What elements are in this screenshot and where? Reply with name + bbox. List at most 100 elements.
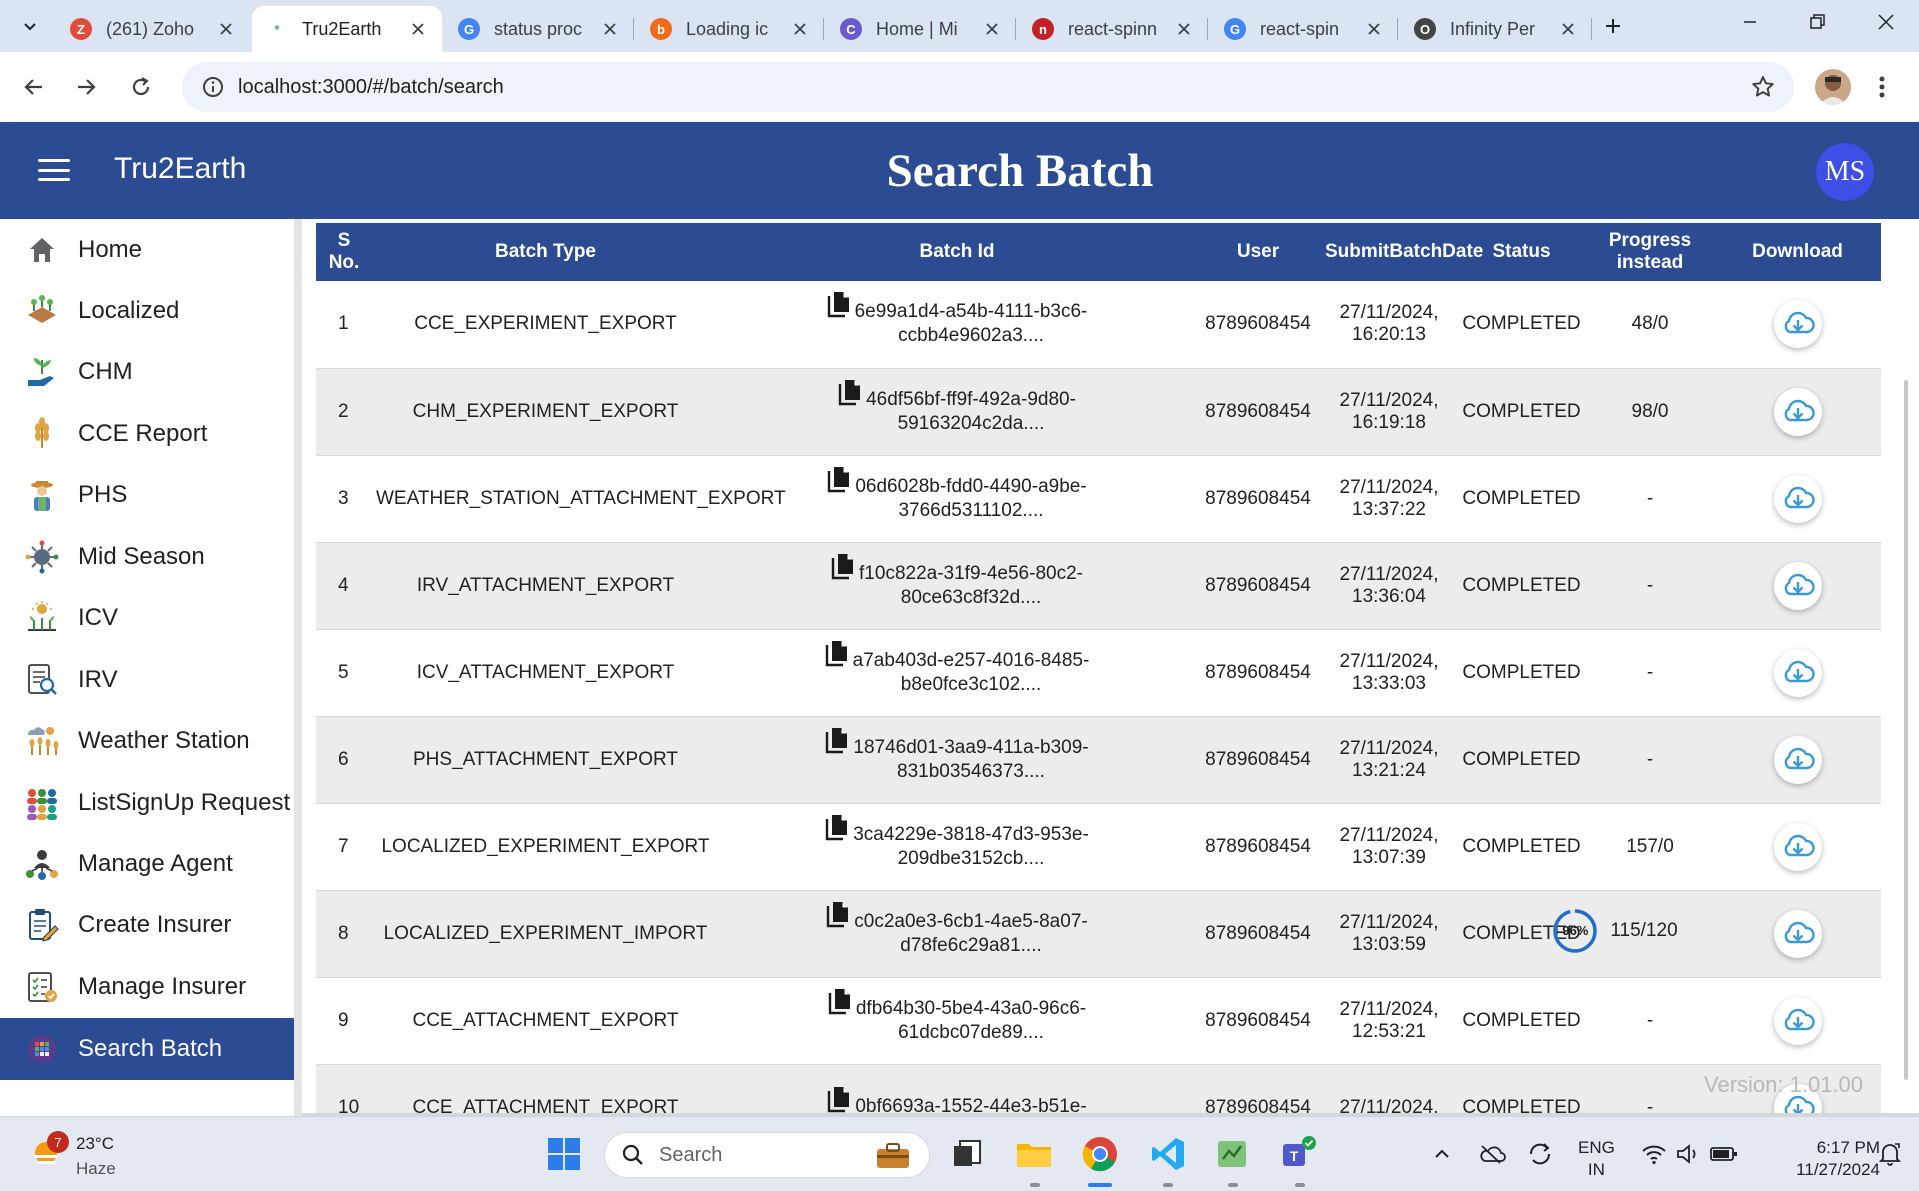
tab-close-icon[interactable] (216, 19, 236, 39)
close-window-button[interactable] (1852, 0, 1919, 44)
download-button[interactable] (1773, 822, 1822, 871)
browser-tab[interactable]: * Tru2Earth (252, 6, 442, 52)
sticky-app-icon[interactable] (1210, 1132, 1254, 1176)
table-row[interactable]: 10 CCE_ATTACHMENT_EXPORT 0bf6693a-1552-44e… (316, 1064, 1881, 1116)
header-user[interactable]: User (1195, 223, 1321, 281)
download-button[interactable] (1773, 300, 1822, 349)
header-batch-type[interactable]: Batch Type (372, 223, 719, 281)
windows-start-icon[interactable] (542, 1132, 586, 1176)
copy-icon[interactable] (827, 465, 851, 500)
table-row[interactable]: 6 PHS_ATTACHMENT_EXPORT 18746d01-3aa9-411a… (316, 716, 1881, 804)
browser-tab[interactable]: n react-spinn (1018, 6, 1208, 52)
sidebar-item-irv[interactable]: IRV (0, 649, 294, 711)
table-row[interactable]: 3 WEATHER_STATION_ATTACHMENT_EXPORT 06d602… (316, 455, 1881, 543)
copy-icon[interactable] (827, 1085, 851, 1116)
header-submit-date[interactable]: SubmitBatchDate (1321, 223, 1483, 281)
browser-tab[interactable]: C Home | Mi (826, 6, 1016, 52)
table-row[interactable]: 7 LOCALIZED_EXPERIMENT_EXPORT 3ca4229e-381… (316, 803, 1881, 891)
notification-bell-icon[interactable] (1868, 1132, 1912, 1176)
sidebar-item-listsignup-request[interactable]: ListSignUp Request (0, 772, 294, 834)
browser-menu-button[interactable] (1868, 69, 1896, 105)
onedrive-icon[interactable] (1470, 1132, 1514, 1176)
table-row[interactable]: 9 CCE_ATTACHMENT_EXPORT dfb64b30-5be4-43a0… (316, 977, 1881, 1065)
clock[interactable]: 6:17 PM 11/27/2024 (1760, 1137, 1880, 1181)
sidebar-item-chm[interactable]: CHM (0, 341, 294, 403)
tab-close-icon[interactable] (1174, 19, 1194, 39)
battery-icon[interactable] (1702, 1132, 1746, 1176)
sidebar-item-create-insurer[interactable]: Create Insurer (0, 894, 294, 956)
table-row[interactable]: 4 IRV_ATTACHMENT_EXPORT f10c822a-31f9-4e56… (316, 542, 1881, 630)
bookmark-star-icon[interactable] (1750, 74, 1776, 105)
table-row[interactable]: 1 CCE_EXPERIMENT_EXPORT 6e99a1d4-a54b-4111… (316, 281, 1881, 369)
tab-close-icon[interactable] (982, 19, 1002, 39)
download-button[interactable] (1773, 648, 1822, 697)
header-progress[interactable]: Progress instead (1586, 223, 1714, 281)
chrome-icon[interactable] (1078, 1132, 1122, 1176)
copy-icon[interactable] (825, 813, 849, 848)
download-button[interactable] (1773, 735, 1822, 784)
sidebar-item-manage-agent[interactable]: Manage Agent (0, 833, 294, 895)
copy-icon[interactable] (828, 987, 852, 1022)
minimize-button[interactable] (1716, 0, 1784, 44)
copy-icon[interactable] (825, 639, 849, 674)
restore-button[interactable] (1784, 0, 1852, 44)
copy-icon[interactable] (825, 726, 849, 761)
back-button[interactable] (14, 67, 54, 107)
copy-icon[interactable] (831, 552, 855, 587)
site-info-icon[interactable] (188, 76, 238, 98)
vscode-icon[interactable] (1146, 1132, 1190, 1176)
address-bar[interactable]: localhost:3000/#/batch/search (182, 62, 1794, 112)
sidebar-item-icv[interactable]: ICV (0, 587, 294, 649)
sidebar-scrollbar[interactable] (294, 219, 302, 1116)
new-tab-button[interactable] (1595, 8, 1631, 44)
download-button[interactable] (1773, 561, 1822, 610)
sidebar-item-weather-station[interactable]: Weather Station (0, 710, 294, 772)
table-row[interactable]: 5 ICV_ATTACHMENT_EXPORT a7ab403d-e257-4016… (316, 629, 1881, 717)
tab-close-icon[interactable] (600, 19, 620, 39)
taskbar-search[interactable]: Search (604, 1132, 930, 1178)
reload-button[interactable] (121, 67, 161, 107)
forward-button[interactable] (66, 67, 106, 107)
download-button[interactable] (1773, 996, 1822, 1045)
tab-search-button[interactable] (12, 8, 48, 44)
weather-temperature[interactable]: 23°C (76, 1134, 114, 1154)
sidebar-item-home[interactable]: Home (0, 219, 294, 281)
browser-tab[interactable]: Z (261) Zoho (56, 6, 250, 52)
tab-close-icon[interactable] (408, 19, 428, 39)
file-explorer-icon[interactable] (1012, 1132, 1056, 1176)
download-button[interactable] (1773, 387, 1822, 436)
tab-close-icon[interactable] (1558, 19, 1578, 39)
header-sno[interactable]: S No. (316, 223, 372, 281)
header-download[interactable]: Download (1714, 223, 1881, 281)
sidebar-item-cce-report[interactable]: CCE Report (0, 403, 294, 465)
sync-icon[interactable] (1518, 1132, 1562, 1176)
copy-icon[interactable] (826, 900, 850, 935)
download-button[interactable] (1773, 909, 1822, 958)
user-avatar[interactable]: MS (1816, 143, 1874, 201)
copy-icon[interactable] (838, 378, 862, 413)
url-text[interactable]: localhost:3000/#/batch/search (238, 76, 504, 99)
sidebar-item-manage-insurer[interactable]: Manage Insurer (0, 956, 294, 1018)
sidebar-item-localized[interactable]: Localized (0, 280, 294, 342)
tab-close-icon[interactable] (790, 19, 810, 39)
weather-condition[interactable]: Haze (76, 1159, 116, 1179)
content-scrollbar-thumb[interactable] (1904, 380, 1908, 1080)
browser-tab[interactable]: Gstatus proc (444, 6, 634, 52)
sidebar-item-mid-season[interactable]: Mid Season (0, 526, 294, 588)
browser-tab[interactable]: Greact-spin (1210, 6, 1398, 52)
table-row[interactable]: 8 LOCALIZED_EXPERIMENT_IMPORT c0c2a0e3-6cb… (316, 890, 1881, 978)
teams-icon[interactable]: T (1276, 1132, 1320, 1176)
copy-icon[interactable] (827, 290, 851, 325)
sidebar-item-search-batch[interactable]: Search Batch (0, 1018, 294, 1080)
profile-avatar[interactable] (1815, 69, 1851, 105)
header-batch-id[interactable]: Batch Id (719, 223, 1195, 281)
tray-chevron-up-icon[interactable] (1420, 1132, 1464, 1176)
sidebar-item-phs[interactable]: PHS (0, 464, 294, 526)
download-button[interactable] (1773, 474, 1822, 523)
table-row[interactable]: 2 CHM_EXPERIMENT_EXPORT 46df56bf-ff9f-492a… (316, 368, 1881, 456)
browser-tab[interactable]: b Loading ic (636, 6, 824, 52)
tab-close-icon[interactable] (1364, 19, 1384, 39)
language-indicator[interactable]: ENG IN (1578, 1137, 1615, 1181)
browser-tab[interactable]: O Infinity Per (1400, 6, 1592, 52)
task-view-icon[interactable] (945, 1132, 989, 1176)
